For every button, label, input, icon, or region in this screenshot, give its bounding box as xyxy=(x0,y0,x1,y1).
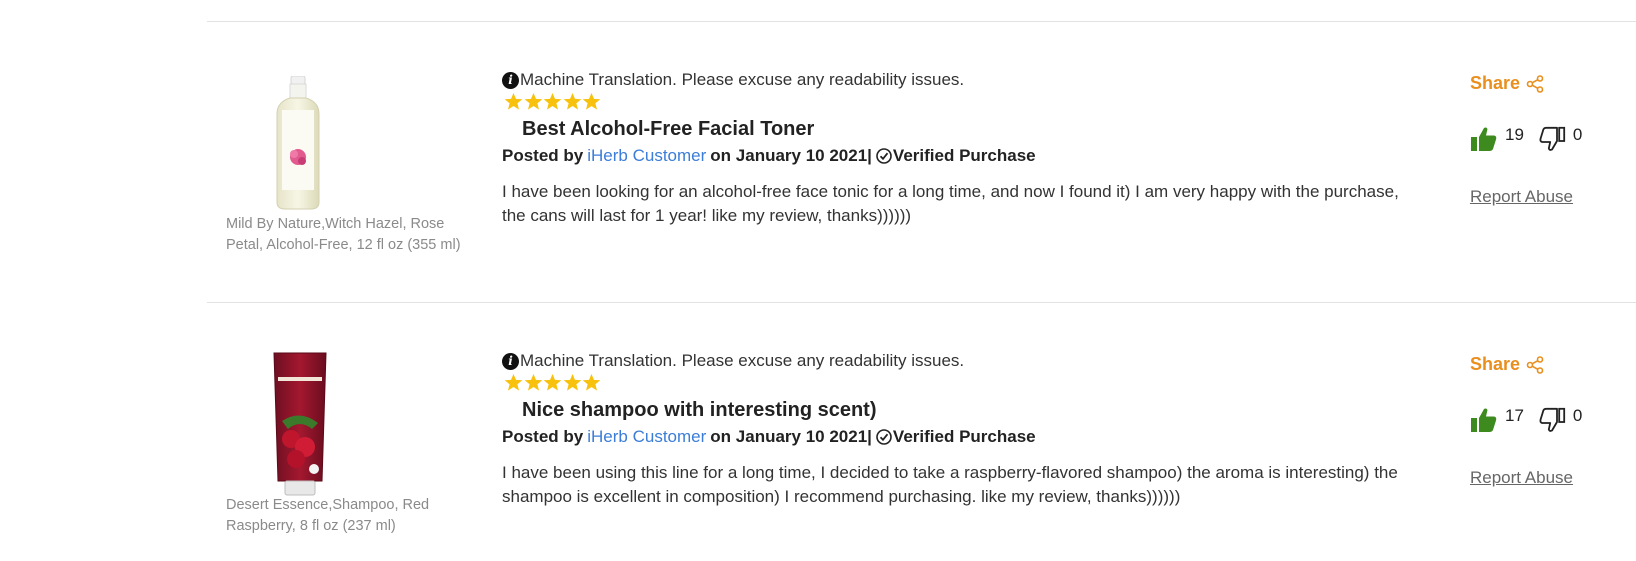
star-icon xyxy=(563,92,581,110)
share-button[interactable]: Share xyxy=(1470,354,1544,375)
posted-by-line: Posted by iHerb Customer on January 10 2… xyxy=(502,146,1036,166)
machine-translation-text: Machine Translation. Please excuse any r… xyxy=(520,351,965,370)
posted-by-label: Posted by xyxy=(502,146,584,165)
review-body: I have been looking for an alcohol-free … xyxy=(502,182,1399,225)
share-button[interactable]: Share xyxy=(1470,73,1544,94)
unhelpful-count: 0 xyxy=(1572,125,1583,144)
star-icon xyxy=(524,373,542,391)
machine-translation-text: Machine Translation. Please excuse any r… xyxy=(520,70,965,89)
author-link[interactable]: iHerb Customer xyxy=(587,427,706,447)
unhelpful-count: 0 xyxy=(1572,406,1583,425)
star-icon xyxy=(543,92,562,110)
review-title: Best Alcohol-Free Facial Toner xyxy=(522,118,815,140)
posted-by-label: Posted by xyxy=(502,427,584,446)
info-icon: i xyxy=(502,71,519,89)
review-item: Mild By Nature,Witch Hazel, Rose Petal, … xyxy=(0,0,1636,280)
posted-by-line: Posted by iHerb Customer on January 10 2… xyxy=(502,427,1036,447)
share-icon xyxy=(1526,74,1544,93)
share-label: Share xyxy=(1470,354,1521,374)
share-icon xyxy=(1526,355,1544,374)
star-icon xyxy=(524,92,542,110)
info-icon: i xyxy=(502,352,519,370)
verified-purchase-label: Verified Purchase xyxy=(892,427,1036,446)
helpful-count: 17 xyxy=(1505,406,1524,425)
report-abuse-link[interactable]: Report Abuse xyxy=(1470,187,1573,207)
unhelpful-vote[interactable]: 0 xyxy=(1538,406,1582,434)
product-name[interactable]: Desert Essence,Shampoo, Red Raspberry, 8… xyxy=(226,495,471,537)
machine-translation-notice: i Machine Translation. Please excuse any… xyxy=(502,351,964,371)
star-icon xyxy=(563,373,581,391)
author-link[interactable]: iHerb Customer xyxy=(587,146,706,166)
helpful-vote[interactable]: 19 xyxy=(1470,125,1524,153)
review-date: on January 10 2021| xyxy=(710,146,872,165)
star-icon xyxy=(582,373,601,391)
product-image-witch-hazel[interactable] xyxy=(273,76,323,210)
thumbs-down-icon[interactable] xyxy=(1538,125,1566,153)
star-icon xyxy=(504,92,523,110)
review-actions: Share 19 0 Report Abuse xyxy=(1470,73,1630,213)
review-content: i Machine Translation. Please excuse any… xyxy=(502,70,1402,230)
share-label: Share xyxy=(1470,73,1521,93)
star-icon xyxy=(504,373,523,391)
thumbs-up-icon[interactable] xyxy=(1470,125,1498,153)
report-abuse-link[interactable]: Report Abuse xyxy=(1470,468,1573,488)
star-icon xyxy=(582,92,601,110)
review-content: i Machine Translation. Please excuse any… xyxy=(502,351,1402,511)
review-title: Nice shampoo with interesting scent) xyxy=(522,399,877,421)
thumbs-up-icon[interactable] xyxy=(1470,406,1498,434)
product-image-desert-essence-shampoo[interactable] xyxy=(272,351,328,499)
star-rating xyxy=(504,92,602,111)
star-icon xyxy=(543,373,562,391)
star-rating xyxy=(504,373,602,392)
review-body: I have been using this line for a long t… xyxy=(502,463,1398,506)
review-item: Desert Essence,Shampoo, Red Raspberry, 8… xyxy=(0,281,1636,561)
helpful-vote[interactable]: 17 xyxy=(1470,406,1524,434)
verified-check-icon xyxy=(876,429,892,445)
verified-purchase-label: Verified Purchase xyxy=(892,146,1036,165)
vote-controls: 19 0 xyxy=(1470,125,1596,153)
thumbs-down-icon[interactable] xyxy=(1538,406,1566,434)
machine-translation-notice: i Machine Translation. Please excuse any… xyxy=(502,70,964,90)
review-actions: Share 17 0 Report Abuse xyxy=(1470,354,1630,494)
review-date: on January 10 2021| xyxy=(710,427,872,446)
unhelpful-vote[interactable]: 0 xyxy=(1538,125,1582,153)
product-name[interactable]: Mild By Nature,Witch Hazel, Rose Petal, … xyxy=(226,214,471,256)
verified-check-icon xyxy=(876,148,892,164)
vote-controls: 17 0 xyxy=(1470,406,1596,434)
helpful-count: 19 xyxy=(1505,125,1524,144)
